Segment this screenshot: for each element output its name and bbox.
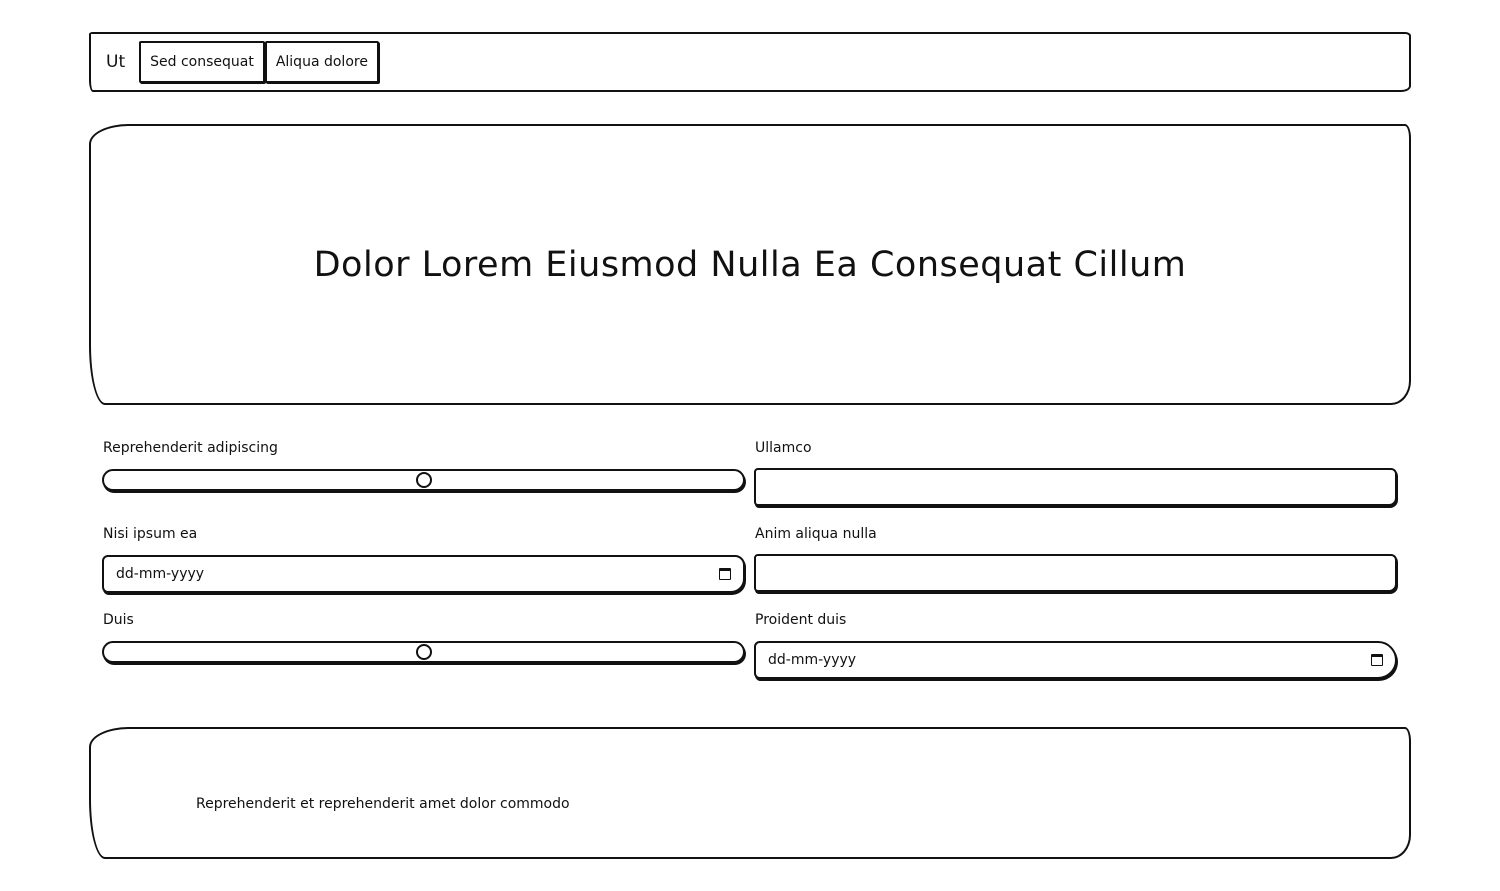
nav-button-sed-consequat[interactable]: Sed consequat <box>139 41 265 83</box>
field-label-proident-duis: Proident duis <box>755 612 847 628</box>
calendar-icon[interactable] <box>1371 654 1383 666</box>
slider-thumb[interactable] <box>415 644 432 660</box>
slider-thumb[interactable] <box>415 472 432 488</box>
field-label-anim-aliqua-nulla: Anim aliqua nulla <box>755 526 877 542</box>
slider-duis[interactable] <box>102 641 745 663</box>
field-label-duis: Duis <box>103 612 134 628</box>
date-input-nisi-ipsum-ea[interactable]: dd-mm-yyyy <box>102 555 745 593</box>
date-placeholder: dd-mm-yyyy <box>116 566 205 582</box>
date-placeholder: dd-mm-yyyy <box>768 652 857 668</box>
field-label-nisi-ipsum-ea: Nisi ipsum ea <box>103 526 198 542</box>
text-input-ullamco[interactable] <box>754 468 1397 506</box>
footer-section: Reprehenderit et reprehenderit amet dolo… <box>89 727 1411 859</box>
calendar-icon[interactable] <box>719 568 731 580</box>
text-input-anim-aliqua-nulla[interactable] <box>754 554 1397 592</box>
navbar: Ut Sed consequat Aliqua dolore <box>89 32 1411 92</box>
date-input-proident-duis[interactable]: dd-mm-yyyy <box>754 641 1397 679</box>
field-label-reprehenderit-adipiscing: Reprehenderit adipiscing <box>103 440 278 456</box>
brand-logo[interactable]: Ut <box>106 52 125 72</box>
hero-section: Dolor Lorem Eiusmod Nulla Ea Consequat C… <box>89 124 1411 405</box>
footer-text: Reprehenderit et reprehenderit amet dolo… <box>196 796 570 812</box>
field-label-ullamco: Ullamco <box>755 440 812 456</box>
hero-title: Dolor Lorem Eiusmod Nulla Ea Consequat C… <box>313 244 1187 285</box>
nav-button-aliqua-dolore[interactable]: Aliqua dolore <box>264 41 379 83</box>
slider-reprehenderit-adipiscing[interactable] <box>102 469 745 491</box>
